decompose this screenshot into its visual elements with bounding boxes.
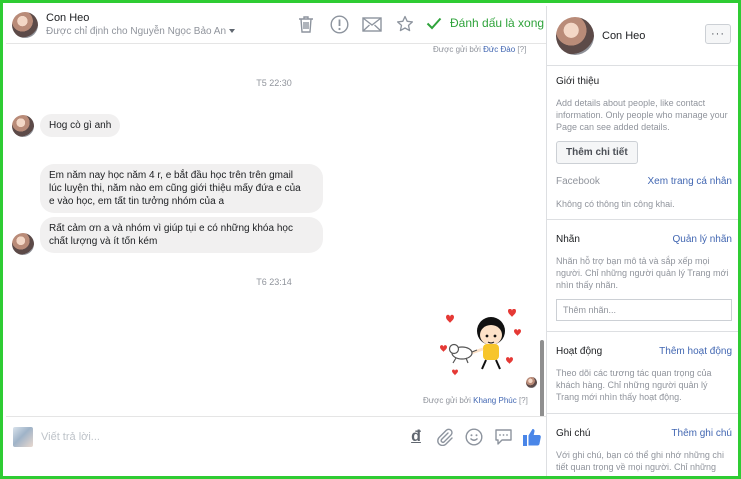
intro-section: Giới thiệu Add details about people, lik… bbox=[547, 66, 738, 220]
section-help: Add details about people, like contact i… bbox=[556, 98, 728, 132]
header-toolbar bbox=[296, 14, 415, 34]
no-public-info: Không có thông tin công khai. bbox=[556, 199, 675, 209]
payment-button[interactable]: đ bbox=[406, 427, 426, 447]
message-line: Rất cảm ơn a và nhóm vì giúp tụi e có nh… bbox=[49, 223, 293, 234]
sent-by-prefix: Được gửi bởi bbox=[423, 396, 471, 405]
trash-icon bbox=[299, 16, 313, 33]
message-bubble[interactable]: Hog cò gì anh bbox=[40, 114, 121, 137]
add-label-input[interactable] bbox=[556, 299, 732, 321]
facebook-label: Facebook bbox=[556, 176, 600, 187]
saved-replies-button[interactable] bbox=[493, 427, 513, 447]
message-line: chất lượng và ít tốn kém bbox=[49, 236, 158, 247]
sent-by-note: Được gửi bởi Đức Đào [?] bbox=[433, 45, 526, 54]
reply-input[interactable] bbox=[41, 430, 381, 443]
emoji-button[interactable] bbox=[464, 427, 484, 447]
manage-labels-link[interactable]: Quản lý nhãn bbox=[673, 234, 733, 245]
labels-section: Nhãn Quản lý nhãn Nhãn hỗ trợ bạn mô tả … bbox=[547, 220, 738, 332]
message-thread[interactable]: Được gửi bởi Đức Đào [?] T5 22:30 Hog cò… bbox=[6, 44, 546, 416]
section-title: Hoạt động bbox=[556, 346, 603, 357]
mark-unread-button[interactable] bbox=[362, 14, 382, 34]
add-activity-link[interactable]: Thêm hoạt động bbox=[659, 346, 732, 357]
window-frame: Con Heo Được chỉ định cho Nguyễn Ngọc Bả… bbox=[0, 0, 741, 479]
composer-toolbar: đ bbox=[406, 427, 542, 447]
message-avatar[interactable] bbox=[12, 115, 34, 137]
star-icon bbox=[396, 15, 414, 32]
add-details-button[interactable]: Thêm chi tiết bbox=[556, 141, 638, 164]
paperclip-icon bbox=[437, 428, 453, 446]
view-profile-link[interactable]: Xem trang cá nhân bbox=[648, 176, 733, 187]
like-button[interactable] bbox=[522, 427, 542, 447]
page-avatar bbox=[13, 426, 33, 447]
caret-down-icon bbox=[229, 29, 236, 33]
mark-done-label: Đánh dấu là xong bbox=[450, 16, 545, 30]
sender-name-link[interactable]: Đức Đào bbox=[483, 45, 515, 54]
section-help: Nhãn hỗ trợ bạn mô tả và sắp xếp mọi ngư… bbox=[556, 256, 729, 290]
mark-spam-button[interactable] bbox=[329, 14, 349, 34]
profile-header: Con Heo ··· bbox=[547, 6, 738, 66]
sent-by-note: Được gửi bởi Khang Phúc [?] bbox=[423, 396, 528, 405]
exclamation-icon bbox=[329, 14, 349, 34]
star-button[interactable] bbox=[395, 14, 415, 34]
facebook-row: Facebook Xem trang cá nhân bbox=[556, 176, 732, 187]
dong-currency-icon: đ bbox=[411, 428, 421, 445]
sticker-image[interactable] bbox=[436, 309, 528, 381]
scrollbar-thumb[interactable] bbox=[540, 340, 544, 416]
section-title: Nhãn bbox=[556, 234, 580, 245]
assignment-dropdown[interactable]: Được chỉ định cho Nguyễn Ngọc Bảo An bbox=[46, 25, 236, 38]
activity-section: Hoạt động Thêm hoạt động Theo dõi các tư… bbox=[547, 332, 738, 414]
sent-by-prefix: Được gửi bởi bbox=[433, 45, 481, 54]
contact-name[interactable]: Con Heo bbox=[46, 12, 235, 25]
profile-avatar[interactable] bbox=[556, 16, 594, 55]
smiley-icon bbox=[465, 428, 483, 446]
delete-button[interactable] bbox=[296, 14, 316, 34]
attach-button[interactable] bbox=[435, 427, 455, 447]
section-header: Hoạt động Thêm hoạt động bbox=[556, 346, 732, 357]
section-header: Nhãn Quản lý nhãn bbox=[556, 234, 732, 245]
section-help: Theo dõi các tương tác quan trọng của kh… bbox=[556, 368, 712, 402]
reply-composer: đ bbox=[6, 416, 546, 456]
message-line: lúc luyện thi, năm nào em cũng giới thiệ… bbox=[49, 183, 301, 194]
section-help: Với ghi chú, bạn có thể ghi nhớ những ch… bbox=[556, 450, 724, 472]
contact-details-panel: Con Heo ··· Giới thiệu Add details about… bbox=[546, 6, 738, 476]
message-line: Em năm nay học năm 4 r, e bắt đầu học tr… bbox=[49, 170, 294, 181]
section-title: Ghi chú bbox=[556, 428, 591, 439]
conversation-header: Con Heo Được chỉ định cho Nguyễn Ngọc Bả… bbox=[6, 6, 546, 44]
timestamp: T5 22:30 bbox=[256, 78, 292, 88]
sender-name-link[interactable]: Khang Phúc bbox=[473, 396, 517, 405]
profile-name[interactable]: Con Heo bbox=[602, 30, 645, 42]
more-options-button[interactable]: ··· bbox=[705, 24, 731, 44]
timestamp: T6 23:14 bbox=[256, 277, 292, 287]
seen-avatar bbox=[526, 377, 537, 388]
message-text: Hog cò gì anh bbox=[49, 120, 112, 131]
checkmark-icon bbox=[426, 17, 442, 29]
contact-avatar[interactable] bbox=[12, 11, 38, 38]
section-header: Ghi chú Thêm ghi chú bbox=[556, 428, 732, 439]
section-title: Giới thiệu bbox=[556, 76, 600, 87]
contact-info: Con Heo Được chỉ định cho Nguyễn Ngọc Bả… bbox=[46, 12, 236, 38]
help-link[interactable]: [?] bbox=[517, 45, 526, 54]
assigned-to-text: Được chỉ định cho Nguyễn Ngọc Bảo An bbox=[46, 25, 227, 37]
more-dots-icon: ··· bbox=[711, 28, 725, 40]
add-note-link[interactable]: Thêm ghi chú bbox=[671, 428, 732, 439]
help-link[interactable]: [?] bbox=[519, 396, 528, 405]
message-bubble[interactable]: Em năm nay học năm 4 r, e bắt đầu học tr… bbox=[40, 164, 323, 213]
chat-bubble-icon bbox=[494, 429, 512, 445]
mark-done-button[interactable]: Đánh dấu là xong bbox=[426, 16, 544, 30]
thumbs-up-icon bbox=[523, 429, 541, 446]
message-bubble[interactable]: Rất cảm ơn a và nhóm vì giúp tụi e có nh… bbox=[40, 217, 323, 253]
message-avatar[interactable] bbox=[12, 233, 34, 255]
envelope-icon bbox=[362, 16, 382, 32]
message-line: e vào học, em tất tin tưởng nhóm của a bbox=[49, 196, 225, 207]
notes-section: Ghi chú Thêm ghi chú Với ghi chú, bạn có… bbox=[547, 414, 738, 476]
